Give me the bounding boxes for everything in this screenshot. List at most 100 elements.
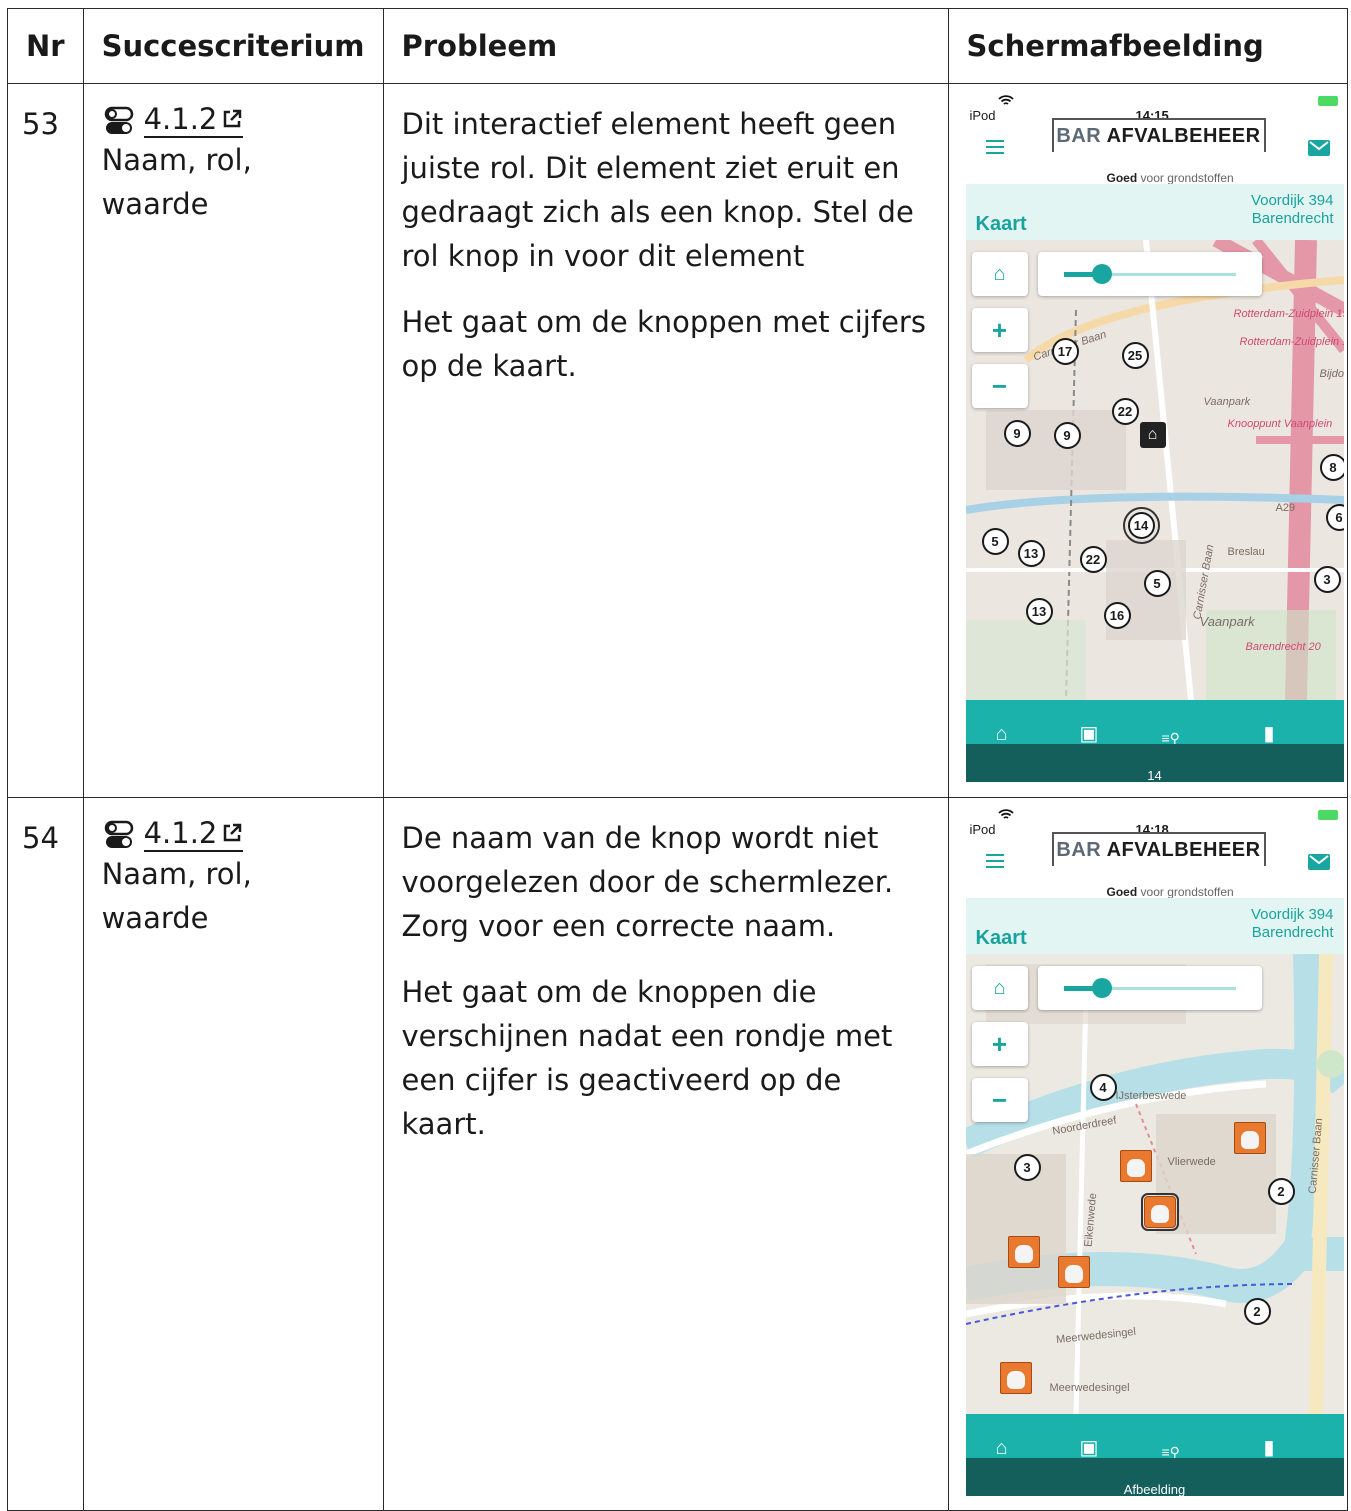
map-label: A29 (1275, 502, 1296, 514)
map-marker[interactable]: 9 (1053, 422, 1081, 449)
map-label: Meerwedesingel (1055, 1325, 1137, 1347)
map-marker[interactable]: 22 (1111, 398, 1139, 425)
criterion-link[interactable]: 4.1.2 (143, 816, 244, 852)
caption-bar: Afbeelding (965, 1458, 1344, 1496)
table-row: 53 4.1.2 Naam, rol, waarde Dit interacti… (7, 83, 1348, 798)
problem-paragraph: Het gaat om de knoppen met cijfers op de… (401, 305, 926, 383)
carrier-label: iPod (969, 822, 996, 837)
map-marker[interactable]: 22 (1079, 546, 1107, 573)
waste-container-button[interactable] (1057, 1256, 1090, 1288)
map-marker[interactable]: 3 (1313, 566, 1341, 593)
map-label: Eikenwede (1082, 1192, 1099, 1248)
map-marker[interactable]: 14 (1122, 507, 1160, 544)
map-label: IJsterbeswede (1115, 1090, 1187, 1102)
header-problem: Probleem (382, 8, 949, 84)
map-slider[interactable] (1037, 252, 1262, 296)
section-header: Kaart Voordijk 394 Barendrecht (965, 184, 1344, 240)
slider-knob[interactable] (1091, 978, 1112, 998)
map-marker[interactable]: 13 (1025, 598, 1053, 625)
map-marker[interactable]: 2 (1267, 1178, 1295, 1205)
status-bar: iPod 14:18 (966, 806, 1344, 837)
map-label: Vlierwede (1167, 1156, 1216, 1168)
plus-icon: + (991, 315, 1008, 345)
waste-container-button[interactable] (999, 1362, 1032, 1394)
minus-icon: − (991, 1085, 1008, 1115)
header-criterion: Succescriterium (82, 8, 384, 84)
map-marker[interactable]: 3 (1013, 1154, 1041, 1181)
external-link-icon (224, 109, 242, 128)
mail-icon[interactable] (1307, 854, 1330, 870)
zoom-in-button[interactable]: + (971, 308, 1028, 352)
map-marker[interactable]: 2 (1243, 1298, 1271, 1325)
app-logo: BAR AFVALBEHEER (1051, 832, 1266, 866)
criterion-cell: 4.1.2 Naam, rol, waarde (82, 83, 384, 798)
home-icon: ⌂ (993, 263, 1006, 285)
caption-label: 14 (1147, 768, 1162, 782)
waste-container-button[interactable] (1233, 1122, 1266, 1154)
problem-cell: Dit interactief element heeft geen juist… (382, 83, 949, 798)
map[interactable]: Noorderdreef IJsterbeswede Vlierwede Eik… (965, 954, 1344, 1414)
map-marker[interactable]: 9 (1003, 420, 1031, 447)
carrier-label: iPod (969, 108, 996, 123)
map-marker[interactable]: 17 (1051, 338, 1079, 365)
map-marker[interactable]: 13 (1017, 540, 1045, 567)
waste-container-button[interactable] (1140, 1193, 1179, 1231)
waste-container-button[interactable] (1119, 1150, 1152, 1182)
home-icon: ⌂ (993, 977, 1006, 999)
section-header: Kaart Voordijk 394 Barendrecht (965, 898, 1344, 954)
row-number: 53 (7, 83, 84, 798)
plus-icon: + (991, 1029, 1008, 1059)
slider-knob[interactable] (1091, 264, 1112, 284)
map-label: Barendrecht 20 (1245, 641, 1321, 653)
map[interactable]: Carnisser Baan Rotterdam-Zuidplein 19a R… (965, 240, 1344, 700)
problem-paragraph: De naam van de knop wordt niet voorgelez… (401, 821, 894, 943)
map-home-button[interactable]: ⌂ (971, 966, 1028, 1010)
map-marker[interactable]: 16 (1103, 602, 1131, 629)
phone-screenshot: iPod 14:18 BAR AFVALBEHEER Goed voor gro… (965, 806, 1344, 1496)
toggle-icon (104, 820, 133, 848)
phone-screenshot: iPod 14:15 BAR AFVALBEHEER Goed voor gro… (965, 92, 1344, 782)
audit-table: Nr Succescriterium Probleem Schermafbeel… (7, 8, 1348, 1511)
row-number: 54 (7, 797, 84, 1511)
status-bar: iPod 14:15 (966, 92, 1344, 123)
criterion-name: Naam, rol, waarde (101, 857, 252, 935)
criterion-code: 4.1.2 (143, 816, 218, 850)
map-label: Bijdorp (1319, 368, 1344, 380)
wifi-icon (997, 95, 1014, 105)
criterion-cell: 4.1.2 Naam, rol, waarde (82, 797, 384, 1511)
home-location-marker[interactable]: ⌂ (1139, 422, 1166, 448)
header-nr: Nr (7, 8, 84, 84)
criterion-name: Naam, rol, waarde (101, 143, 252, 221)
map-label: Carnisser Baan (1306, 1117, 1325, 1195)
menu-icon[interactable] (985, 140, 1004, 158)
caption-label: Afbeelding (1123, 1482, 1186, 1496)
screenshot-cell: iPod 14:15 BAR AFVALBEHEER Goed voor gro… (947, 83, 1348, 798)
screenshot-cell: iPod 14:18 BAR AFVALBEHEER Goed voor gro… (947, 797, 1348, 1511)
map-home-button[interactable]: ⌂ (971, 252, 1028, 296)
map-marker[interactable]: 25 (1121, 342, 1149, 369)
mail-icon[interactable] (1307, 140, 1330, 156)
address: Voordijk 394 Barendrecht (1250, 906, 1334, 941)
table-row: 54 4.1.2 Naam, rol, waarde De naam van d… (7, 797, 1348, 1511)
zoom-in-button[interactable]: + (971, 1022, 1028, 1066)
zoom-out-button[interactable]: − (971, 1078, 1028, 1122)
caption-bar: 14 (965, 744, 1344, 782)
problem-paragraph: Het gaat om de knoppen die verschijnen n… (401, 975, 893, 1141)
map-marker[interactable]: 4 (1089, 1074, 1117, 1101)
header-row: Nr Succescriterium Probleem Schermafbeel… (7, 8, 1348, 84)
map-marker[interactable]: 5 (1143, 570, 1171, 597)
criterion-code: 4.1.2 (143, 102, 218, 136)
map-slider[interactable] (1037, 966, 1262, 1010)
zoom-out-button[interactable]: − (971, 364, 1028, 408)
minus-icon: − (991, 371, 1008, 401)
map-label: Meerwedesingel (1049, 1382, 1130, 1394)
address: Voordijk 394 Barendrecht (1250, 192, 1334, 227)
map-marker[interactable]: 5 (981, 528, 1009, 555)
criterion-link[interactable]: 4.1.2 (143, 102, 244, 138)
map-marker[interactable]: 8 (1319, 454, 1344, 481)
toggle-icon (104, 106, 133, 134)
waste-container-button[interactable] (1007, 1236, 1040, 1268)
wifi-icon (997, 809, 1014, 819)
menu-icon[interactable] (985, 854, 1004, 872)
map-label: Breslau (1227, 546, 1265, 558)
